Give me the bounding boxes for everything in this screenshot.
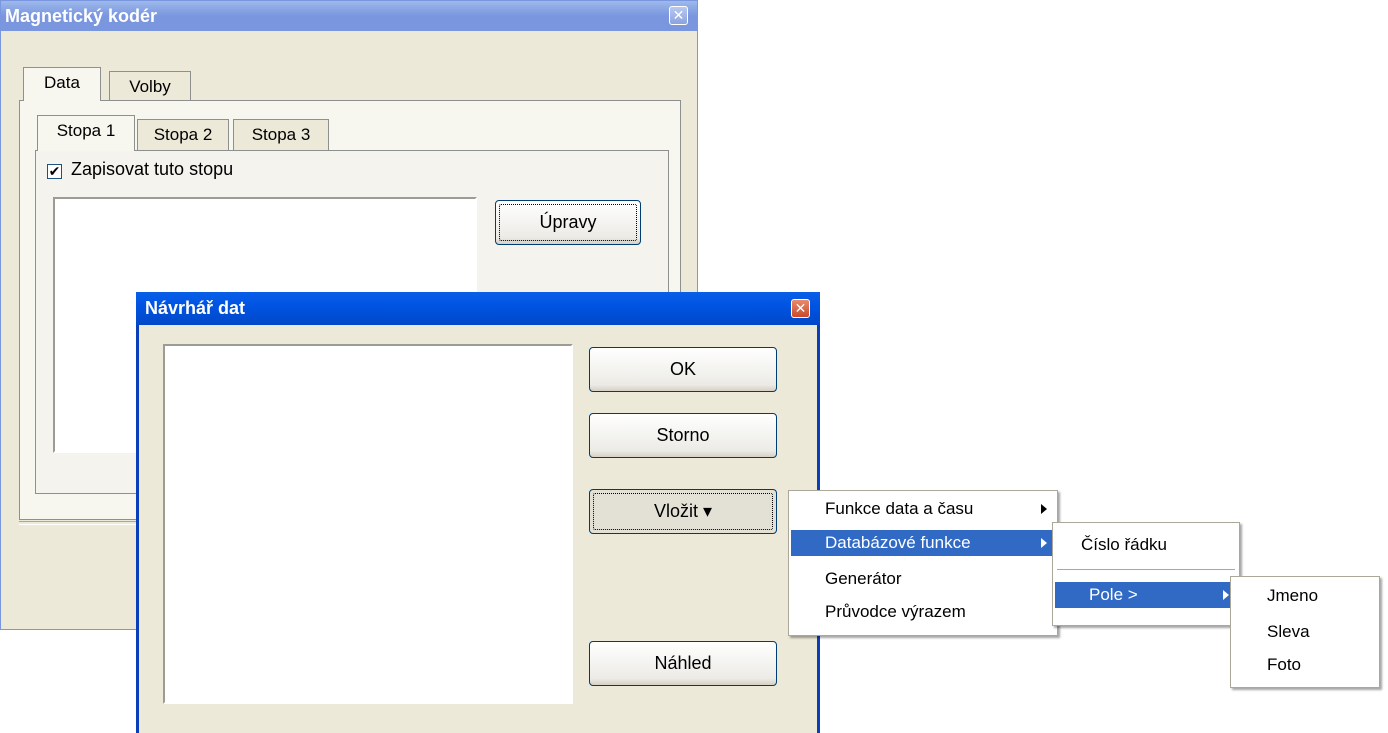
- designer-close-icon[interactable]: ✕: [791, 299, 810, 318]
- menu-item-database[interactable]: Databázové funkce: [791, 530, 1055, 556]
- menu-item-field-jmeno-label: Jmeno: [1267, 586, 1319, 605]
- insert-button-label: Vložit ▾: [653, 501, 713, 521]
- cancel-button[interactable]: Storno: [589, 413, 777, 458]
- tab-stopa-3[interactable]: Stopa 3: [233, 119, 329, 151]
- tab-stopa-2[interactable]: Stopa 2: [137, 119, 229, 151]
- menu-item-field[interactable]: Pole >: [1055, 582, 1237, 608]
- write-track-label: Zapisovat tuto stopu: [71, 159, 234, 179]
- menu-item-row-number-label: Číslo řádku: [1081, 535, 1167, 554]
- fields-submenu: Jmeno Sleva Foto: [1230, 576, 1380, 688]
- designer-title: Návrhář dat: [145, 298, 246, 318]
- menu-item-expression-wizard-label: Průvodce výrazem: [825, 602, 966, 621]
- menu-item-date-time[interactable]: Funkce data a času: [791, 496, 1055, 522]
- submenu-arrow-icon: [1223, 590, 1229, 600]
- tab-data-label: Data: [44, 73, 80, 92]
- menu-item-field-sleva-label: Sleva: [1267, 622, 1310, 641]
- expression-listbox[interactable]: [163, 344, 573, 704]
- edit-button-label: Úpravy: [539, 212, 597, 232]
- tab-stopa-1[interactable]: Stopa 1: [37, 115, 135, 151]
- menu-item-expression-wizard[interactable]: Průvodce výrazem: [791, 599, 1055, 625]
- insert-dropdown-button[interactable]: Vložit ▾: [589, 489, 777, 534]
- tab-volby[interactable]: Volby: [109, 71, 191, 101]
- ok-button-label: OK: [669, 359, 696, 379]
- write-track-checkbox[interactable]: ✔: [47, 164, 62, 179]
- preview-button[interactable]: Náhled: [589, 641, 777, 686]
- menu-item-row-number[interactable]: Číslo řádku: [1055, 532, 1237, 558]
- menu-item-field-sleva[interactable]: Sleva: [1233, 619, 1377, 645]
- submenu-arrow-icon: [1041, 538, 1047, 548]
- tab-volby-label: Volby: [129, 77, 171, 96]
- tab-stopa-2-label: Stopa 2: [153, 125, 213, 144]
- encoder-close-icon[interactable]: ✕: [669, 6, 688, 25]
- preview-button-label: Náhled: [654, 653, 712, 673]
- menu-item-date-time-label: Funkce data a času: [825, 499, 974, 518]
- insert-menu: Funkce data a času Databázové funkce Gen…: [788, 490, 1058, 636]
- menu-item-database-label: Databázové funkce: [825, 533, 971, 552]
- database-submenu: Číslo řádku Pole >: [1052, 522, 1240, 626]
- edit-button[interactable]: Úpravy: [495, 200, 641, 245]
- submenu-arrow-icon: [1041, 504, 1047, 514]
- menu-item-generator[interactable]: Generátor: [791, 566, 1055, 592]
- menu-item-field-foto-label: Foto: [1267, 655, 1302, 674]
- menu-item-field-foto[interactable]: Foto: [1233, 652, 1377, 678]
- menu-separator: [1057, 569, 1235, 570]
- menu-item-field-label: Pole >: [1089, 585, 1138, 604]
- tab-data[interactable]: Data: [23, 67, 101, 101]
- tab-stopa-1-label: Stopa 1: [56, 121, 116, 140]
- designer-titlebar[interactable]: Návrhář dat: [136, 292, 820, 325]
- tab-stopa-3-label: Stopa 3: [251, 125, 311, 144]
- encoder-titlebar[interactable]: Magnetický kodér: [1, 1, 697, 31]
- encoder-title: Magnetický kodér: [5, 6, 158, 26]
- menu-item-generator-label: Generátor: [825, 569, 902, 588]
- designer-window: Návrhář dat ✕ OK Storno Vložit ▾ Náhled: [136, 292, 820, 733]
- ok-button[interactable]: OK: [589, 347, 777, 392]
- menu-item-field-jmeno[interactable]: Jmeno: [1233, 583, 1377, 609]
- cancel-button-label: Storno: [656, 425, 710, 445]
